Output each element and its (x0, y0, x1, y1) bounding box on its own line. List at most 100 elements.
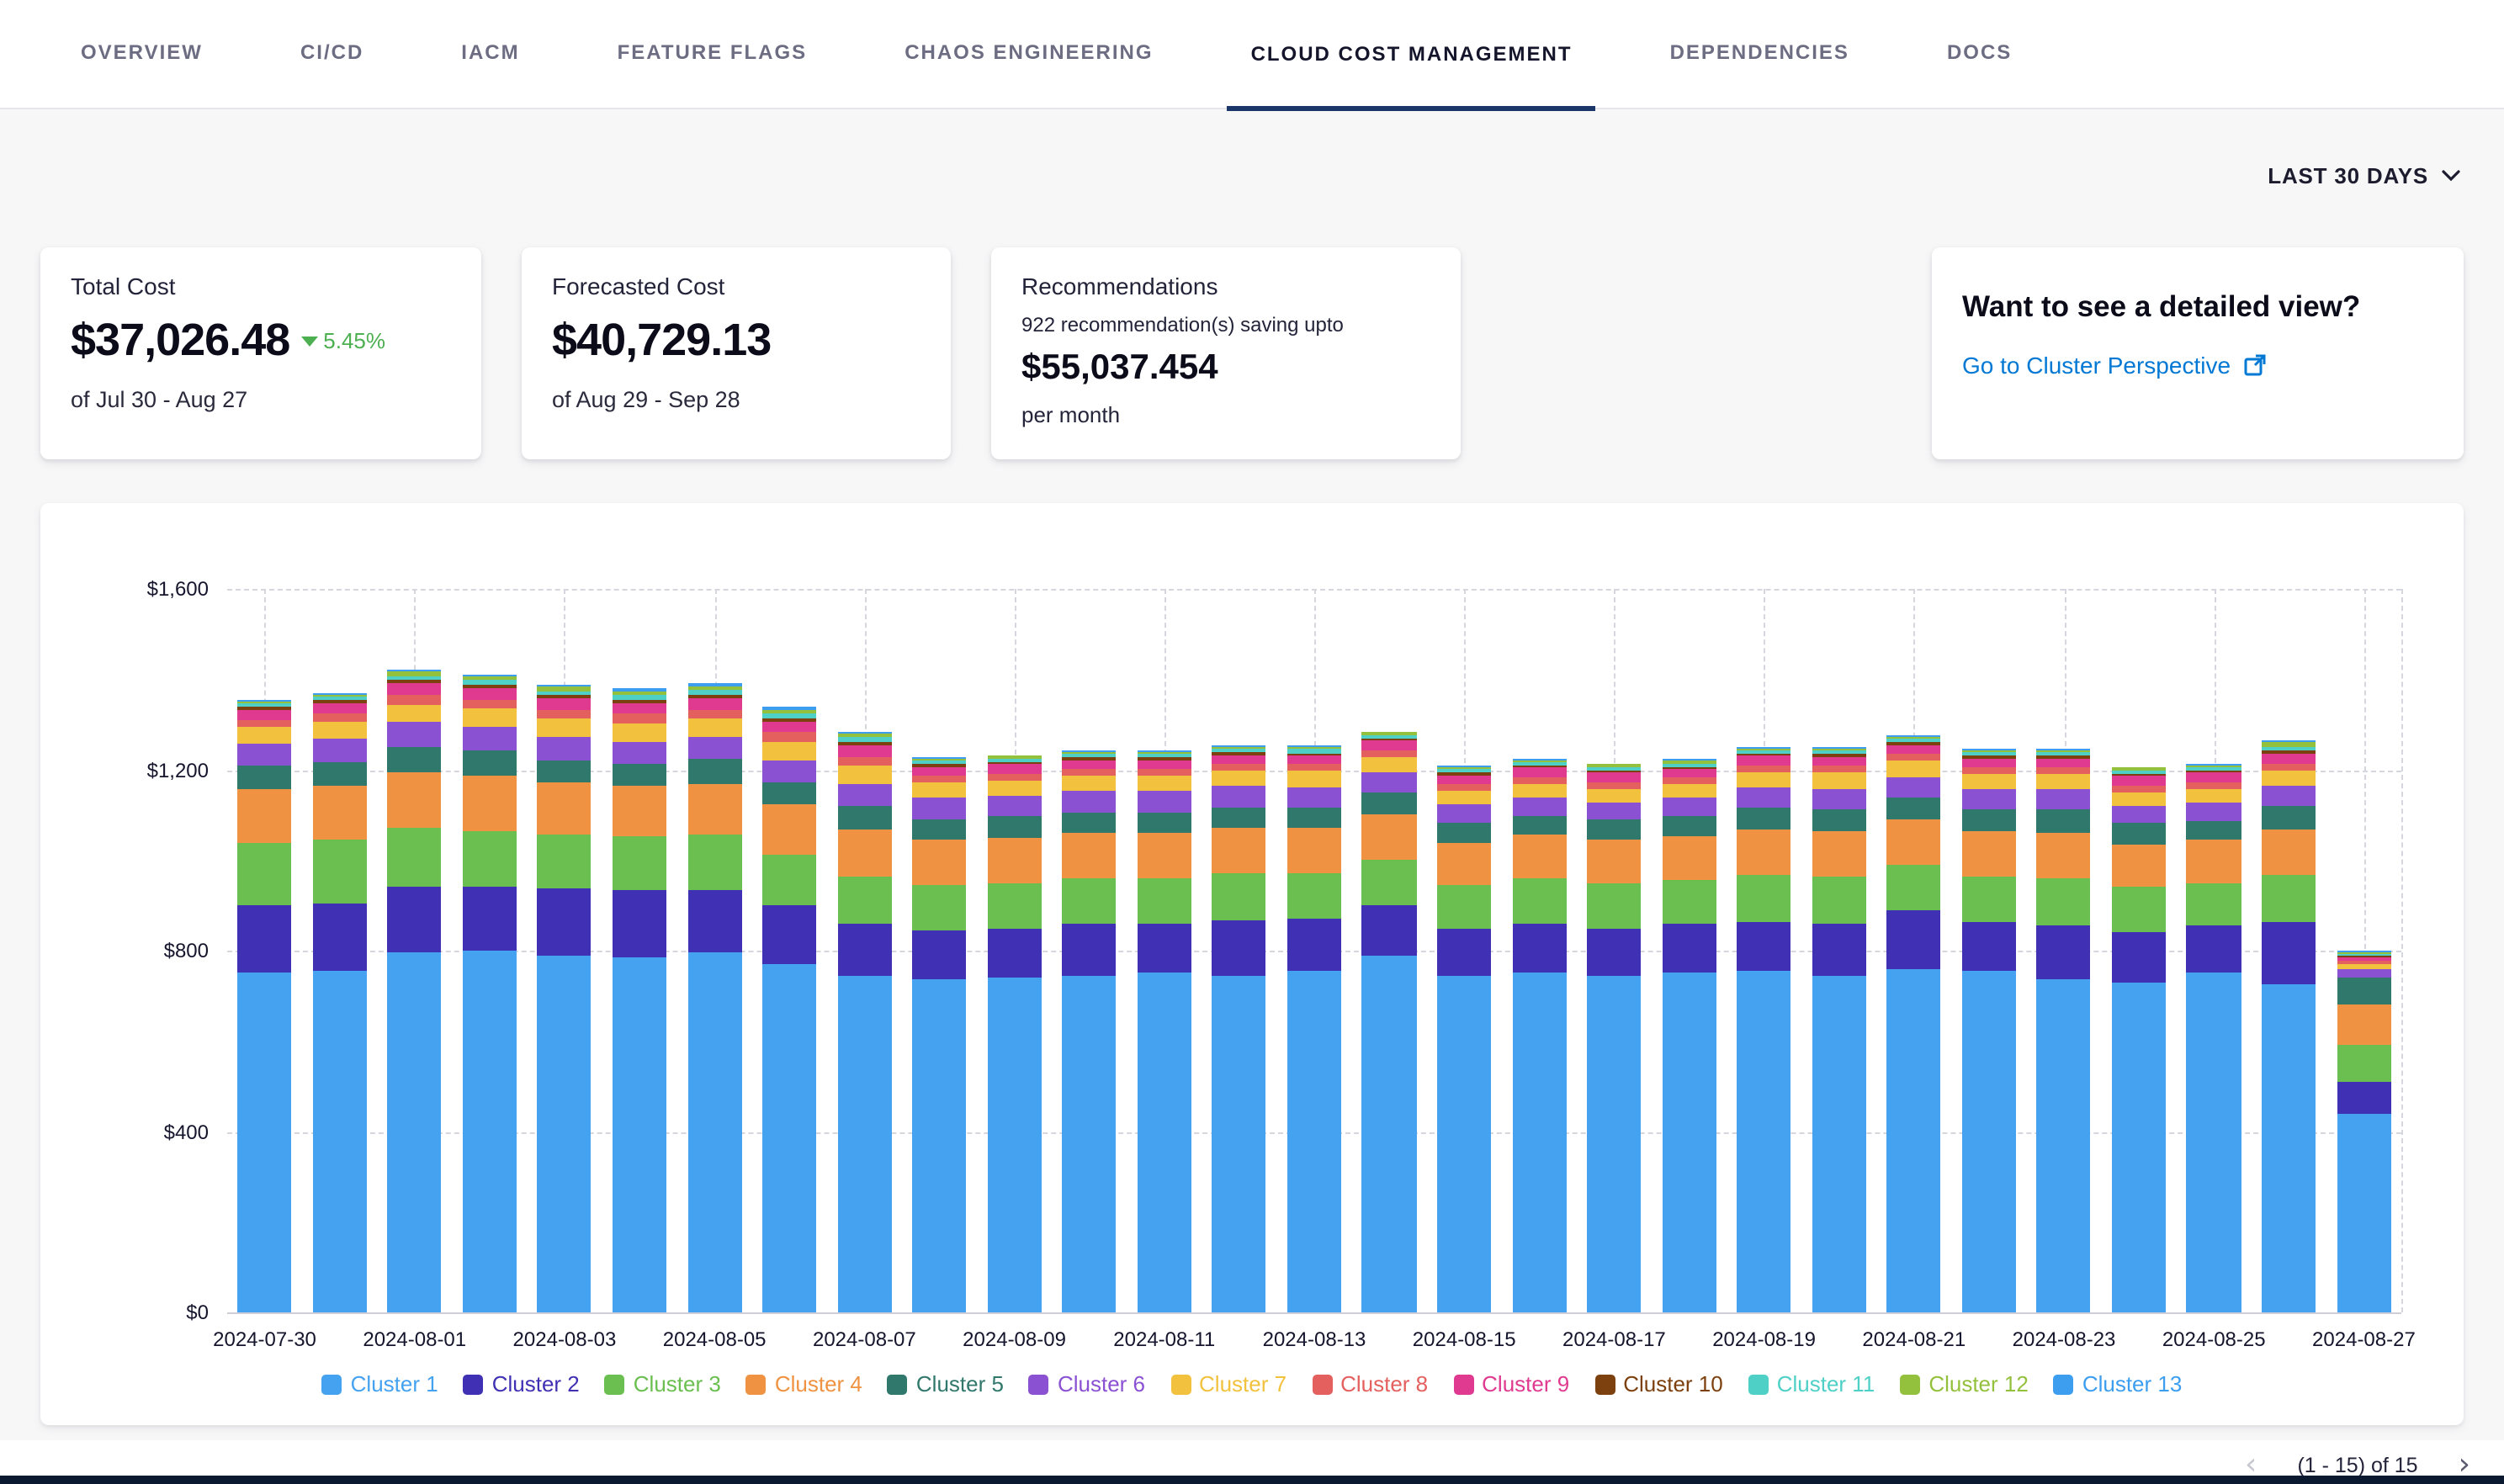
legend-item-cluster-2[interactable]: Cluster 2 (464, 1371, 580, 1397)
bar-segment-cluster-7 (2262, 771, 2316, 787)
stacked-bar-2024-08-15[interactable] (1437, 766, 1491, 1312)
tab-ci-cd[interactable]: CI/CD (300, 0, 363, 108)
stacked-bar-2024-08-24[interactable] (2112, 766, 2166, 1312)
bar-slot (2252, 589, 2326, 1312)
stacked-bar-2024-08-16[interactable] (1512, 759, 1566, 1312)
bar-segment-cluster-5 (2337, 978, 2390, 1004)
bar-segment-cluster-3 (613, 836, 666, 889)
bar-segment-cluster-4 (687, 784, 741, 835)
bar-segment-cluster-2 (912, 930, 966, 980)
legend-item-cluster-3[interactable]: Cluster 3 (605, 1371, 721, 1397)
bar-segment-cluster-1 (613, 957, 666, 1312)
stacked-bar-2024-08-23[interactable] (2037, 749, 2091, 1312)
tab-chaos-engineering[interactable]: CHAOS ENGINEERING (905, 0, 1153, 108)
bar-segment-cluster-1 (762, 964, 816, 1312)
stacked-bar-2024-08-14[interactable] (1362, 731, 1416, 1312)
stacked-bar-2024-07-30[interactable] (237, 700, 291, 1312)
bar-segment-cluster-4 (2112, 845, 2166, 888)
tab-docs[interactable]: DOCS (1947, 0, 2012, 108)
bar-segment-cluster-2 (1737, 921, 1790, 971)
stacked-bar-2024-08-27[interactable] (2337, 951, 2390, 1312)
stacked-bar-2024-08-19[interactable] (1737, 747, 1790, 1312)
stacked-bar-2024-08-10[interactable] (1063, 750, 1117, 1312)
tab-feature-flags[interactable]: FEATURE FLAGS (618, 0, 808, 108)
bar-segment-cluster-9 (1887, 745, 1941, 754)
legend-item-cluster-11[interactable]: Cluster 11 (1748, 1371, 1875, 1397)
x-tick-label: 2024-08-03 (513, 1328, 617, 1351)
bar-segment-cluster-4 (1587, 840, 1641, 882)
bar-segment-cluster-9 (687, 698, 741, 709)
bar-segment-cluster-2 (1587, 928, 1641, 975)
stacked-bar-2024-08-03[interactable] (538, 685, 592, 1312)
forecasted-cost-value: $40,729.13 (552, 315, 771, 367)
legend-swatch (1312, 1374, 1332, 1394)
bar-segment-cluster-7 (463, 708, 517, 727)
stacked-bar-2024-08-02[interactable] (463, 674, 517, 1312)
bar-segment-cluster-9 (1437, 776, 1491, 785)
bar-segment-cluster-7 (1512, 784, 1566, 798)
legend-item-cluster-8[interactable]: Cluster 8 (1312, 1371, 1428, 1397)
bar-slot (1577, 589, 1652, 1312)
legend-swatch (746, 1374, 767, 1394)
stacked-bar-2024-08-06[interactable] (762, 708, 816, 1312)
bar-segment-cluster-7 (1212, 771, 1266, 787)
stacked-bar-2024-08-04[interactable] (613, 689, 666, 1312)
stacked-bar-2024-08-22[interactable] (1962, 749, 2016, 1312)
tab-cloud-cost-management[interactable]: CLOUD COST MANAGEMENT (1228, 0, 1596, 111)
bar-segment-cluster-6 (2337, 969, 2390, 978)
bar-segment-cluster-1 (1287, 971, 1341, 1312)
bar-segment-cluster-5 (2187, 820, 2241, 840)
bar-segment-cluster-4 (2187, 840, 2241, 883)
date-range-selector[interactable]: LAST 30 DAYS (2268, 162, 2460, 188)
legend-item-cluster-13[interactable]: Cluster 13 (2054, 1371, 2183, 1397)
stacked-bar-2024-08-09[interactable] (987, 755, 1041, 1312)
bar-segment-cluster-7 (2187, 789, 2241, 803)
legend-item-cluster-4[interactable]: Cluster 4 (746, 1371, 862, 1397)
bar-segment-cluster-7 (1063, 776, 1117, 792)
stacked-bar-2024-08-20[interactable] (1812, 747, 1865, 1312)
stacked-bar-2024-08-07[interactable] (837, 731, 891, 1312)
bar-segment-cluster-3 (2112, 888, 2166, 933)
bar-slot (902, 589, 977, 1312)
legend-label: Cluster 13 (2082, 1371, 2183, 1397)
legend-swatch (464, 1374, 484, 1394)
bar-segment-cluster-3 (1737, 874, 1790, 921)
stacked-bar-2024-08-25[interactable] (2187, 764, 2241, 1312)
bar-segment-cluster-9 (463, 688, 517, 699)
tab-overview[interactable]: OVERVIEW (81, 0, 203, 108)
stacked-bar-2024-08-08[interactable] (912, 757, 966, 1312)
legend-item-cluster-9[interactable]: Cluster 9 (1453, 1371, 1569, 1397)
bar-segment-cluster-2 (1138, 924, 1191, 973)
stacked-bar-2024-08-26[interactable] (2262, 740, 2316, 1312)
legend-item-cluster-6[interactable]: Cluster 6 (1029, 1371, 1145, 1397)
stacked-bar-2024-08-13[interactable] (1287, 746, 1341, 1312)
stacked-bar-2024-07-31[interactable] (313, 693, 367, 1312)
summary-cards: Total Cost $37,026.48 5.45% of Jul 30 - … (0, 247, 2504, 459)
legend-item-cluster-1[interactable]: Cluster 1 (322, 1371, 438, 1397)
stacked-bar-2024-08-01[interactable] (388, 670, 442, 1312)
stacked-bar-2024-08-21[interactable] (1887, 735, 1941, 1312)
bar-slot (1876, 589, 1951, 1312)
stacked-bar-2024-08-05[interactable] (687, 684, 741, 1312)
total-cost-delta-value: 5.45% (323, 328, 385, 353)
legend-swatch (888, 1374, 908, 1394)
legend-item-cluster-5[interactable]: Cluster 5 (888, 1371, 1004, 1397)
legend-item-cluster-10[interactable]: Cluster 10 (1594, 1371, 1723, 1397)
bar-segment-cluster-1 (912, 980, 966, 1312)
tab-dependencies[interactable]: DEPENDENCIES (1670, 0, 1849, 108)
bar-segment-cluster-7 (1287, 771, 1341, 787)
stacked-bar-2024-08-17[interactable] (1587, 763, 1641, 1312)
total-cost-card: Total Cost $37,026.48 5.45% of Jul 30 - … (40, 247, 481, 459)
bar-segment-cluster-3 (1138, 878, 1191, 924)
bar-segment-cluster-5 (237, 766, 291, 789)
cluster-perspective-link[interactable]: Go to Cluster Perspective (1962, 352, 2433, 379)
stacked-bar-2024-08-12[interactable] (1212, 745, 1266, 1312)
stacked-bar-2024-08-11[interactable] (1138, 750, 1191, 1312)
x-tick-label: 2024-08-19 (1712, 1328, 1816, 1351)
tab-iacm[interactable]: IACM (461, 0, 519, 108)
bar-segment-cluster-7 (1138, 776, 1191, 792)
legend-item-cluster-12[interactable]: Cluster 12 (1900, 1371, 2029, 1397)
bar-segment-cluster-6 (912, 798, 966, 819)
stacked-bar-2024-08-18[interactable] (1662, 760, 1716, 1312)
legend-item-cluster-7[interactable]: Cluster 7 (1170, 1371, 1286, 1397)
